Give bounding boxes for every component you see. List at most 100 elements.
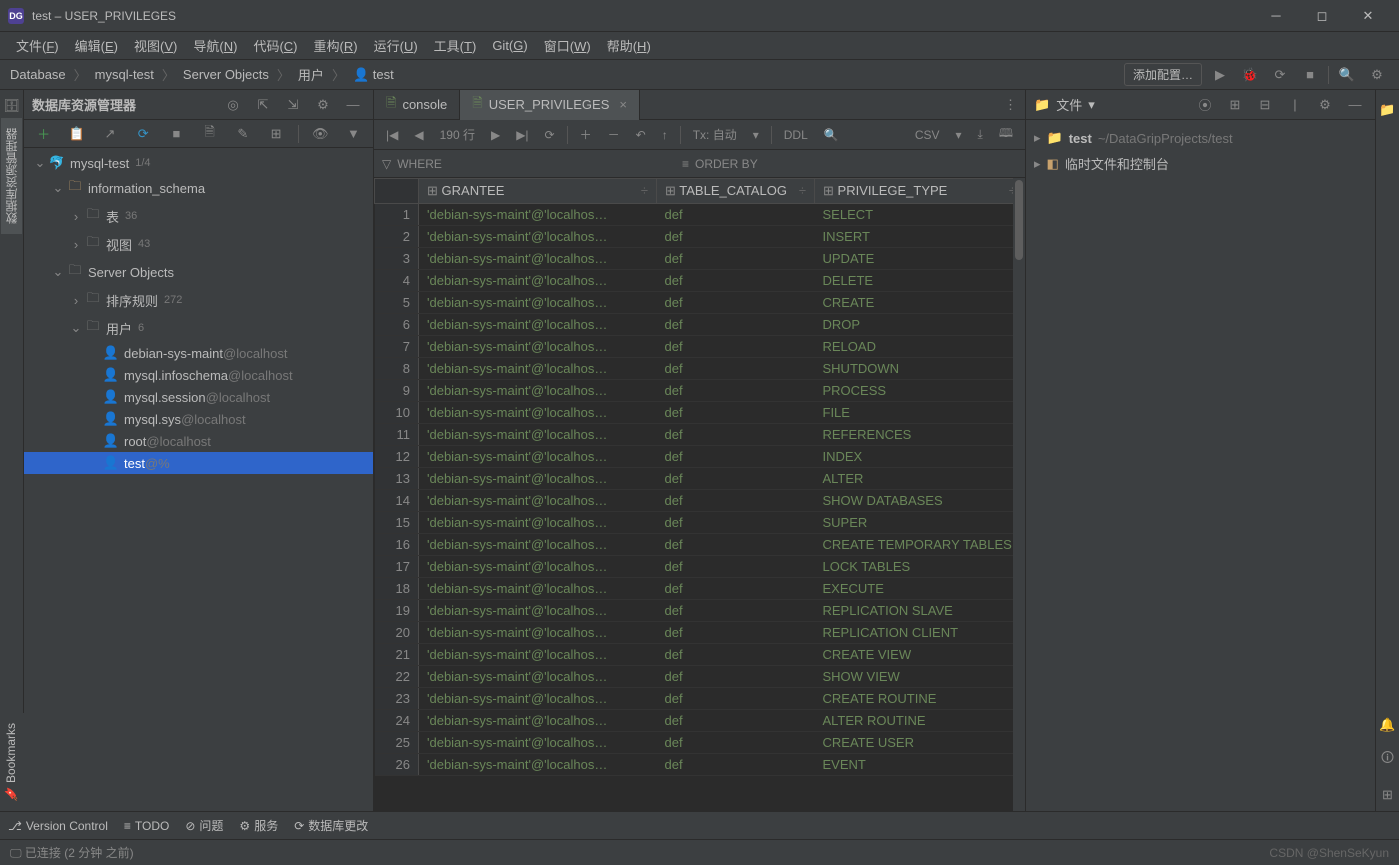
tree-node[interactable]: ⌄🐬mysql-test1/4 (24, 152, 373, 174)
menu-item[interactable]: 帮助(H) (599, 32, 659, 59)
column-header[interactable]: ⊞ TABLE_CATALOG ÷ (657, 179, 815, 204)
menu-item[interactable]: 编辑(E) (67, 32, 126, 59)
search-table-icon[interactable]: 🔍 (820, 126, 843, 144)
menu-item[interactable]: 导航(N) (185, 32, 245, 59)
export-icon[interactable]: ⤓ (974, 125, 987, 144)
table-row[interactable]: 7'debian-sys-maint'@'localhos…defRELOAD (375, 336, 1025, 358)
tree-node[interactable]: ›🗀排序规则272 (24, 286, 373, 314)
db-explorer-tab[interactable]: 数据库资源管理器 (1, 118, 22, 234)
breadcrumb-item[interactable]: mysql-test (95, 67, 154, 82)
table-row[interactable]: 2'debian-sys-maint'@'localhos…defINSERT (375, 226, 1025, 248)
tree-node[interactable]: ›🗀视图43 (24, 230, 373, 258)
transpose-icon[interactable]: ⊞ (264, 122, 287, 146)
stop-intro-icon[interactable]: ■ (165, 122, 188, 146)
notifications-icon[interactable]: 🔔 (1377, 709, 1397, 741)
bookmarks-tab[interactable]: 🔖 Bookmarks (0, 713, 22, 811)
first-page-icon[interactable]: |◀ (382, 126, 402, 144)
filter-icon[interactable]: ▼ (342, 122, 365, 146)
bottom-tab[interactable]: ⊘问题 (185, 817, 223, 834)
orderby-filter[interactable]: ≡ORDER BY (674, 150, 766, 177)
scrollbar[interactable] (1013, 178, 1025, 811)
table-row[interactable]: 4'debian-sys-maint'@'localhos…defDELETE (375, 270, 1025, 292)
menu-item[interactable]: 代码(C) (245, 32, 305, 59)
tree-node[interactable]: ›🗀表36 (24, 202, 373, 230)
table-row[interactable]: 1'debian-sys-maint'@'localhos…defSELECT (375, 204, 1025, 226)
menu-item[interactable]: 窗口(W) (536, 32, 599, 59)
close-tab-icon[interactable]: × (619, 97, 627, 112)
search-icon[interactable]: 🔍 (1335, 63, 1359, 87)
tree-node[interactable]: 👤mysql.session@localhost (24, 386, 373, 408)
table-row[interactable]: 15'debian-sys-maint'@'localhos…defSUPER (375, 512, 1025, 534)
table-row[interactable]: 5'debian-sys-maint'@'localhos…defCREATE (375, 292, 1025, 314)
table-row[interactable]: 6'debian-sys-maint'@'localhos…defDROP (375, 314, 1025, 336)
rows-info[interactable]: 190 行 (436, 124, 479, 145)
table-row[interactable]: 19'debian-sys-maint'@'localhos…defREPLIC… (375, 600, 1025, 622)
view-icon[interactable]: 👁 (309, 122, 332, 146)
tree-node[interactable]: ⌄🗀Server Objects (24, 258, 373, 286)
database-tool-icon[interactable]: 🗄 (0, 94, 24, 118)
column-header[interactable]: ⊞ PRIVILEGE_TYPE ÷ (815, 179, 1025, 204)
expand-icon[interactable]: ⇱ (251, 93, 275, 117)
export-format[interactable]: CSV (911, 126, 944, 144)
debug-button[interactable]: 🐞 (1238, 63, 1262, 87)
hide-icon[interactable]: — (341, 93, 365, 117)
target-icon[interactable]: ◎ (221, 93, 245, 117)
maximize-button[interactable]: ◻ (1299, 0, 1345, 32)
editor-tab[interactable]: 🗎USER_PRIVILEGES× (460, 90, 640, 120)
collapse-icon[interactable]: ⇲ (281, 93, 305, 117)
editor-tab[interactable]: 🗎console (374, 90, 460, 120)
panel-gear-icon[interactable]: ⚙ (1313, 93, 1337, 117)
table-row[interactable]: 24'debian-sys-maint'@'localhos…defALTER … (375, 710, 1025, 732)
revert-icon[interactable]: ↶ (632, 126, 650, 144)
stop-button[interactable]: ■ (1298, 63, 1322, 87)
table-row[interactable]: 25'debian-sys-maint'@'localhos…defCREATE… (375, 732, 1025, 754)
files-tab-icon[interactable]: 📁 (1377, 94, 1397, 126)
select-open-icon[interactable]: ⦿ (1193, 93, 1217, 117)
add-config-button[interactable]: 添加配置… (1124, 63, 1202, 86)
table-row[interactable]: 12'debian-sys-maint'@'localhos…defINDEX (375, 446, 1025, 468)
tree-node[interactable]: ⌄🗀information_schema (24, 174, 373, 202)
next-page-icon[interactable]: ▶ (487, 126, 504, 144)
reload-icon[interactable]: ⟳ (541, 126, 559, 144)
tree-node[interactable]: 👤mysql.infoschema@localhost (24, 364, 373, 386)
menu-item[interactable]: Git(G) (484, 34, 535, 57)
where-filter[interactable]: ▽WHERE (374, 150, 674, 177)
table-row[interactable]: 16'debian-sys-maint'@'localhos…defCREATE… (375, 534, 1025, 556)
settings-icon[interactable]: ⚙ (1365, 63, 1389, 87)
last-page-icon[interactable]: ▶| (512, 126, 532, 144)
tx-mode[interactable]: Tx: 自动 (689, 124, 741, 145)
table-row[interactable]: 23'debian-sys-maint'@'localhos…defCREATE… (375, 688, 1025, 710)
profile-button[interactable]: ⟳ (1268, 63, 1292, 87)
collapse-all-icon[interactable]: ⊟ (1253, 93, 1277, 117)
refresh-icon[interactable]: ⟳ (132, 122, 155, 146)
expand-all-icon[interactable]: ⊞ (1223, 93, 1247, 117)
ddl-button[interactable]: DDL (780, 126, 812, 144)
tree-node[interactable]: 👤mysql.sys@localhost (24, 408, 373, 430)
tree-node[interactable]: ⌄🗀用户6 (24, 314, 373, 342)
go-to-icon[interactable]: ↗ (98, 122, 121, 146)
more-icon[interactable]: 🕮 (995, 122, 1017, 147)
breadcrumb-item[interactable]: 👤 test (353, 67, 394, 83)
menu-item[interactable]: 文件(F) (8, 32, 67, 59)
tree-node[interactable]: 👤root@localhost (24, 430, 373, 452)
table-row[interactable]: 22'debian-sys-maint'@'localhos…defSHOW V… (375, 666, 1025, 688)
table-row[interactable]: 18'debian-sys-maint'@'localhos…defEXECUT… (375, 578, 1025, 600)
project-root[interactable]: ▸ 📁 test ~/DataGripProjects/test (1034, 126, 1367, 150)
table-row[interactable]: 3'debian-sys-maint'@'localhos…defUPDATE (375, 248, 1025, 270)
tree-node[interactable]: 👤debian-sys-maint@localhost (24, 342, 373, 364)
scratch-files[interactable]: ▸ ◧ 临时文件和控制台 (1034, 150, 1367, 177)
close-button[interactable]: ✕ (1345, 0, 1391, 32)
table-row[interactable]: 11'debian-sys-maint'@'localhos…defREFERE… (375, 424, 1025, 446)
menu-item[interactable]: 视图(V) (126, 32, 185, 59)
commit-icon[interactable]: ↑ (658, 126, 672, 144)
breadcrumb-item[interactable]: Database (10, 67, 66, 82)
new-icon[interactable]: ＋ (32, 122, 55, 146)
table-row[interactable]: 14'debian-sys-maint'@'localhos…defSHOW D… (375, 490, 1025, 512)
panel-hide-icon[interactable]: — (1343, 93, 1367, 117)
table-row[interactable]: 21'debian-sys-maint'@'localhos…defCREATE… (375, 644, 1025, 666)
run-button[interactable]: ▶ (1208, 63, 1232, 87)
prev-page-icon[interactable]: ◀ (410, 126, 427, 144)
table-row[interactable]: 13'debian-sys-maint'@'localhos…defALTER (375, 468, 1025, 490)
edit-icon[interactable]: ✎ (231, 122, 254, 146)
bottom-tab[interactable]: ⎇Version Control (8, 819, 108, 833)
